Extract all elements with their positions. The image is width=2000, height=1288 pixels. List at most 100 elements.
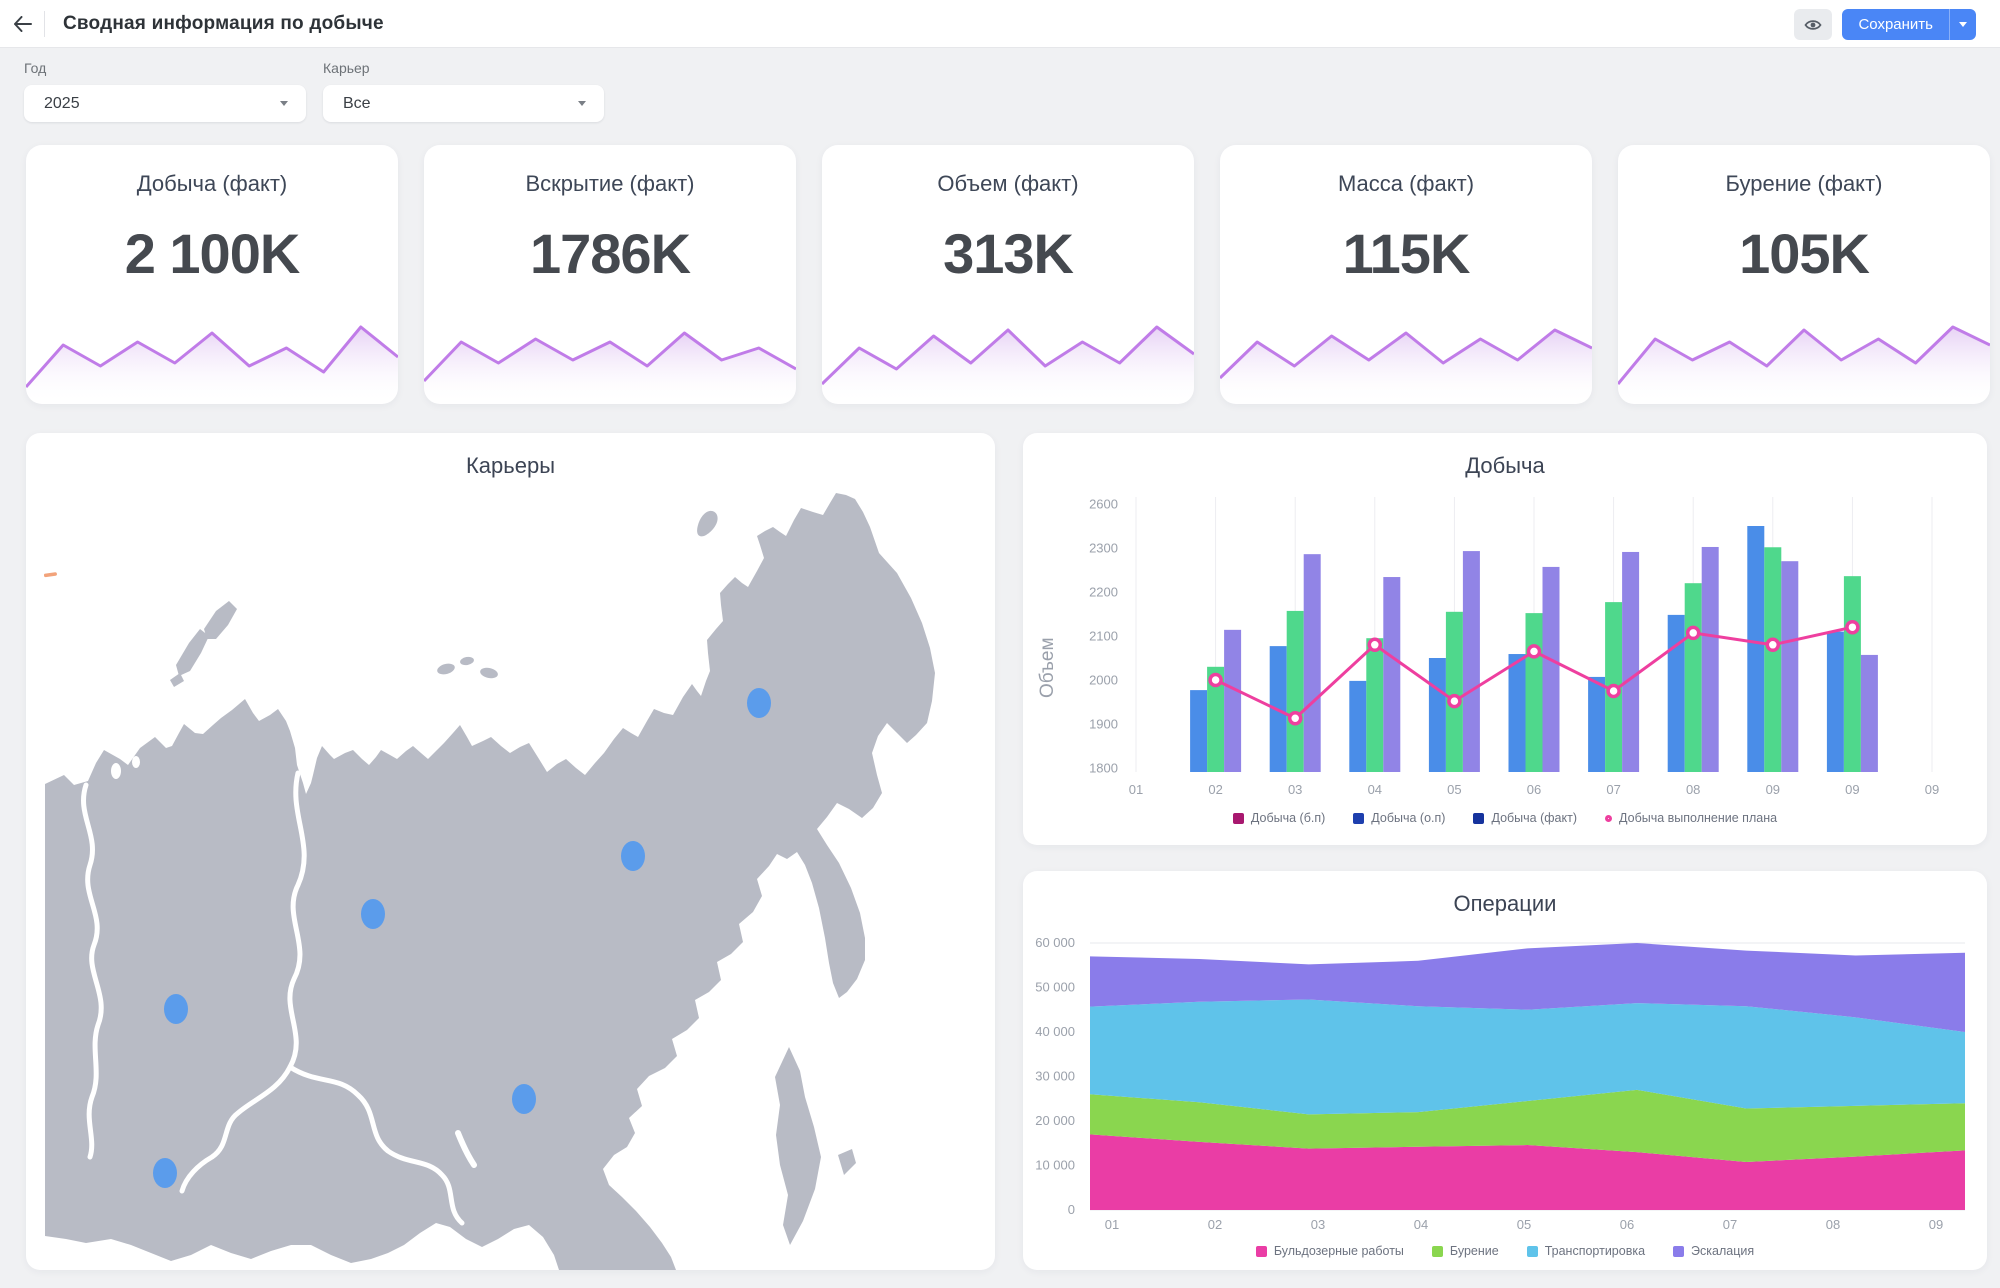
bar: [1429, 658, 1446, 772]
legend-swatch: [1233, 813, 1244, 824]
operacii-chart-title: Операции: [1023, 871, 1987, 917]
bar: [1781, 561, 1798, 772]
kpi-sparkline: [1618, 309, 1990, 404]
kpi-sparkline: [26, 309, 398, 404]
quarry-marker[interactable]: [747, 688, 771, 718]
svg-text:04: 04: [1368, 782, 1382, 797]
legend-item[interactable]: Добыча выполнение плана: [1605, 811, 1777, 825]
svg-text:07: 07: [1606, 782, 1620, 797]
legend-label: Добыча выполнение плана: [1619, 811, 1777, 825]
svg-text:01: 01: [1129, 782, 1143, 797]
svg-text:09: 09: [1845, 782, 1859, 797]
kpi-card: Добыча (факт) 2 100K: [26, 145, 398, 404]
map-highlight-dash: [44, 572, 57, 577]
year-select[interactable]: 2025: [24, 85, 306, 122]
quarry-marker[interactable]: [512, 1084, 536, 1114]
russia-map[interactable]: [26, 433, 995, 1270]
chevron-down-icon: [1959, 22, 1967, 27]
arrow-left-icon: [13, 16, 32, 32]
dobycha-y-axis-label: Объем: [1037, 637, 1059, 698]
save-button-label: Сохранить: [1842, 9, 1949, 40]
bar: [1304, 554, 1321, 772]
legend-swatch: [1353, 813, 1364, 824]
kpi-card-value: 1786K: [424, 221, 796, 286]
area-series: [1090, 1000, 1965, 1115]
legend-item[interactable]: Добыча (о.п): [1353, 811, 1445, 825]
svg-text:60 000: 60 000: [1035, 935, 1075, 950]
quarry-select-value: Все: [343, 95, 371, 113]
bar: [1349, 681, 1366, 772]
bar: [1463, 551, 1480, 772]
year-filter-label: Год: [24, 60, 46, 76]
kpi-card-title: Добыча (факт): [26, 171, 398, 197]
year-select-value: 2025: [44, 95, 80, 113]
svg-text:03: 03: [1311, 1217, 1325, 1232]
legend-label: Бурение: [1450, 1244, 1499, 1258]
save-dropdown-toggle[interactable]: [1949, 9, 1976, 40]
dobycha-chart: 2600230022002100200019001800010203040506…: [1023, 479, 1987, 804]
preview-button[interactable]: [1794, 9, 1832, 40]
quarry-select[interactable]: Все: [323, 85, 604, 122]
bar: [1588, 677, 1605, 772]
legend-label: Добыча (о.п): [1371, 811, 1445, 825]
legend-item[interactable]: Добыча (факт): [1473, 811, 1577, 825]
map-panel: Карьеры: [26, 433, 995, 1270]
svg-text:2200: 2200: [1089, 585, 1118, 600]
quarry-marker[interactable]: [153, 1158, 177, 1188]
bar: [1446, 612, 1463, 772]
operacii-areas: [1090, 943, 1965, 1210]
dobycha-y-ticks: 2600230022002100200019001800: [1089, 497, 1118, 776]
svg-text:07: 07: [1723, 1217, 1737, 1232]
quarry-filter-label: Карьер: [323, 60, 370, 76]
quarry-marker[interactable]: [621, 841, 645, 871]
bar: [1509, 654, 1526, 772]
operacii-chart-panel: Операции 60 00050 00040 00030 00020 0001…: [1023, 871, 1987, 1270]
svg-text:0: 0: [1068, 1202, 1075, 1217]
svg-text:09: 09: [1766, 782, 1780, 797]
svg-text:2600: 2600: [1089, 497, 1118, 512]
bar: [1861, 655, 1878, 772]
chevron-down-icon: [578, 101, 586, 106]
bar: [1622, 552, 1639, 772]
legend-item[interactable]: Бульдозерные работы: [1256, 1244, 1404, 1258]
operacii-chart: 60 00050 00040 00030 00020 00010 0000010…: [1023, 917, 1987, 1237]
svg-text:08: 08: [1826, 1217, 1840, 1232]
kpi-sparkline: [822, 309, 1194, 404]
bar: [1702, 547, 1719, 772]
svg-text:10 000: 10 000: [1035, 1158, 1075, 1173]
kpi-card: Бурение (факт)105K: [1618, 145, 1990, 404]
svg-text:40 000: 40 000: [1035, 1024, 1075, 1039]
kpi-card-value: 2 100K: [26, 221, 398, 286]
save-button[interactable]: Сохранить: [1842, 9, 1976, 40]
back-button[interactable]: [0, 0, 44, 48]
svg-text:1800: 1800: [1089, 761, 1118, 776]
svg-text:1900: 1900: [1089, 717, 1118, 732]
svg-text:05: 05: [1517, 1217, 1531, 1232]
svg-text:30 000: 30 000: [1035, 1069, 1075, 1084]
legend-label: Добыча (б.п): [1251, 811, 1325, 825]
legend-swatch: [1432, 1246, 1443, 1257]
operacii-y-ticks: 60 00050 00040 00030 00020 00010 0000: [1035, 935, 1075, 1217]
bar: [1526, 613, 1543, 772]
dobycha-chart-title: Добыча: [1023, 433, 1987, 479]
legend-item[interactable]: Транспортировка: [1527, 1244, 1645, 1258]
legend-item[interactable]: Добыча (б.п): [1233, 811, 1325, 825]
bar: [1764, 547, 1781, 772]
operacii-legend: Бульдозерные работы Бурение Транспортировк…: [1023, 1244, 1987, 1258]
legend-swatch: [1256, 1246, 1267, 1257]
legend-ring-icon: [1605, 815, 1612, 822]
quarry-marker[interactable]: [164, 994, 188, 1024]
quarry-marker[interactable]: [361, 899, 385, 929]
kpi-card-value: 115K: [1220, 221, 1592, 286]
dobycha-x-ticks: 0102030405060708090909: [1129, 782, 1939, 797]
kpi-card-value: 313K: [822, 221, 1194, 286]
bar: [1668, 615, 1685, 772]
kpi-card-title: Объем (факт): [822, 171, 1194, 197]
bar: [1366, 638, 1383, 772]
svg-text:2100: 2100: [1089, 629, 1118, 644]
svg-text:04: 04: [1414, 1217, 1428, 1232]
legend-item[interactable]: Бурение: [1432, 1244, 1499, 1258]
legend-item[interactable]: Эскалация: [1673, 1244, 1754, 1258]
svg-text:2300: 2300: [1089, 541, 1118, 556]
kpi-card: Объем (факт) 313K: [822, 145, 1194, 404]
